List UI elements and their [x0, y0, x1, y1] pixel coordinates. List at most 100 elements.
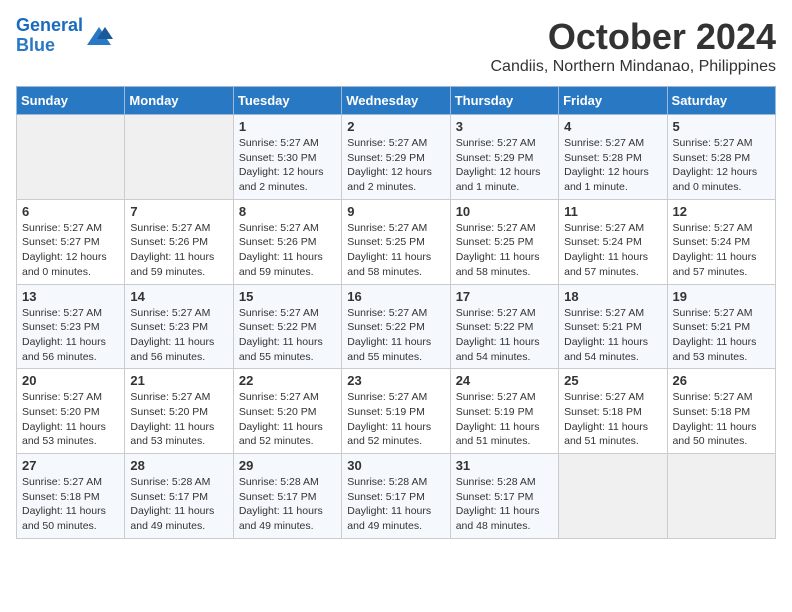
title-block: October 2024 Candiis, Northern Mindanao,…	[491, 16, 777, 76]
day-info: Sunrise: 5:27 AM Sunset: 5:18 PM Dayligh…	[22, 475, 119, 534]
day-info: Sunrise: 5:27 AM Sunset: 5:29 PM Dayligh…	[456, 136, 553, 195]
day-number: 22	[239, 373, 336, 388]
calendar-cell: 14 Sunrise: 5:27 AM Sunset: 5:23 PM Dayli…	[125, 284, 233, 369]
calendar-cell: 13 Sunrise: 5:27 AM Sunset: 5:23 PM Dayli…	[17, 284, 125, 369]
weekday-header: Monday	[125, 87, 233, 115]
calendar-cell: 16Sunrise: 5:27 AM Sunset: 5:22 PM Dayli…	[342, 284, 450, 369]
day-number: 14	[130, 289, 227, 304]
calendar-cell	[17, 115, 125, 200]
day-number: 4	[564, 119, 661, 134]
day-number: 10	[456, 204, 553, 219]
day-number: 13	[22, 289, 119, 304]
calendar-cell: 28 Sunrise: 5:28 AM Sunset: 5:17 PM Dayli…	[125, 454, 233, 539]
weekday-header: Friday	[559, 87, 667, 115]
day-number: 29	[239, 458, 336, 473]
day-number: 19	[673, 289, 770, 304]
day-number: 7	[130, 204, 227, 219]
day-info: Sunrise: 5:27 AM Sunset: 5:26 PM Dayligh…	[130, 221, 227, 280]
day-number: 25	[564, 373, 661, 388]
day-info: Sunrise: 5:27 AM Sunset: 5:22 PM Dayligh…	[456, 306, 553, 365]
weekday-header: Wednesday	[342, 87, 450, 115]
calendar-week-row: 20 Sunrise: 5:27 AM Sunset: 5:20 PM Dayli…	[17, 369, 776, 454]
day-number: 1	[239, 119, 336, 134]
month-title: October 2024	[491, 16, 777, 58]
calendar-week-row: 13 Sunrise: 5:27 AM Sunset: 5:23 PM Dayli…	[17, 284, 776, 369]
day-info: Sunrise: 5:27 AM Sunset: 5:28 PM Dayligh…	[673, 136, 770, 195]
day-number: 23	[347, 373, 444, 388]
calendar-cell	[667, 454, 775, 539]
day-info: Sunrise: 5:27 AM Sunset: 5:19 PM Dayligh…	[347, 390, 444, 449]
day-info: Sunrise: 5:27 AM Sunset: 5:23 PM Dayligh…	[130, 306, 227, 365]
calendar-cell: 18Sunrise: 5:27 AM Sunset: 5:21 PM Dayli…	[559, 284, 667, 369]
day-info: Sunrise: 5:27 AM Sunset: 5:22 PM Dayligh…	[347, 306, 444, 365]
day-info: Sunrise: 5:27 AM Sunset: 5:21 PM Dayligh…	[673, 306, 770, 365]
logo-icon	[85, 25, 113, 47]
day-info: Sunrise: 5:27 AM Sunset: 5:20 PM Dayligh…	[130, 390, 227, 449]
calendar-cell: 6 Sunrise: 5:27 AM Sunset: 5:27 PM Daylig…	[17, 199, 125, 284]
day-number: 12	[673, 204, 770, 219]
calendar-cell: 27 Sunrise: 5:27 AM Sunset: 5:18 PM Dayli…	[17, 454, 125, 539]
calendar-cell: 7 Sunrise: 5:27 AM Sunset: 5:26 PM Daylig…	[125, 199, 233, 284]
day-info: Sunrise: 5:27 AM Sunset: 5:30 PM Dayligh…	[239, 136, 336, 195]
day-number: 15	[239, 289, 336, 304]
calendar-cell: 24 Sunrise: 5:27 AM Sunset: 5:19 PM Dayli…	[450, 369, 558, 454]
day-number: 2	[347, 119, 444, 134]
day-info: Sunrise: 5:27 AM Sunset: 5:25 PM Dayligh…	[347, 221, 444, 280]
day-number: 27	[22, 458, 119, 473]
calendar-cell: 5 Sunrise: 5:27 AM Sunset: 5:28 PM Daylig…	[667, 115, 775, 200]
calendar-cell: 30 Sunrise: 5:28 AM Sunset: 5:17 PM Dayli…	[342, 454, 450, 539]
calendar-cell: 8Sunrise: 5:27 AM Sunset: 5:26 PM Daylig…	[233, 199, 341, 284]
calendar-cell: 1 Sunrise: 5:27 AM Sunset: 5:30 PM Daylig…	[233, 115, 341, 200]
day-info: Sunrise: 5:28 AM Sunset: 5:17 PM Dayligh…	[456, 475, 553, 534]
day-number: 28	[130, 458, 227, 473]
day-info: Sunrise: 5:27 AM Sunset: 5:20 PM Dayligh…	[22, 390, 119, 449]
calendar-cell: 22 Sunrise: 5:27 AM Sunset: 5:20 PM Dayli…	[233, 369, 341, 454]
day-info: Sunrise: 5:27 AM Sunset: 5:18 PM Dayligh…	[564, 390, 661, 449]
day-number: 17	[456, 289, 553, 304]
calendar-cell: 11 Sunrise: 5:27 AM Sunset: 5:24 PM Dayli…	[559, 199, 667, 284]
day-info: Sunrise: 5:27 AM Sunset: 5:24 PM Dayligh…	[564, 221, 661, 280]
day-number: 11	[564, 204, 661, 219]
day-info: Sunrise: 5:27 AM Sunset: 5:23 PM Dayligh…	[22, 306, 119, 365]
calendar-cell: 21 Sunrise: 5:27 AM Sunset: 5:20 PM Dayli…	[125, 369, 233, 454]
calendar-table: SundayMondayTuesdayWednesdayThursdayFrid…	[16, 86, 776, 539]
calendar-cell: 9 Sunrise: 5:27 AM Sunset: 5:25 PM Daylig…	[342, 199, 450, 284]
calendar-cell: 3Sunrise: 5:27 AM Sunset: 5:29 PM Daylig…	[450, 115, 558, 200]
day-number: 20	[22, 373, 119, 388]
day-info: Sunrise: 5:27 AM Sunset: 5:26 PM Dayligh…	[239, 221, 336, 280]
day-info: Sunrise: 5:27 AM Sunset: 5:20 PM Dayligh…	[239, 390, 336, 449]
calendar-cell: 10 Sunrise: 5:27 AM Sunset: 5:25 PM Dayli…	[450, 199, 558, 284]
day-info: Sunrise: 5:27 AM Sunset: 5:18 PM Dayligh…	[673, 390, 770, 449]
calendar-week-row: 27 Sunrise: 5:27 AM Sunset: 5:18 PM Dayli…	[17, 454, 776, 539]
day-info: Sunrise: 5:27 AM Sunset: 5:19 PM Dayligh…	[456, 390, 553, 449]
day-info: Sunrise: 5:27 AM Sunset: 5:28 PM Dayligh…	[564, 136, 661, 195]
day-number: 21	[130, 373, 227, 388]
day-info: Sunrise: 5:28 AM Sunset: 5:17 PM Dayligh…	[130, 475, 227, 534]
day-number: 31	[456, 458, 553, 473]
calendar-cell: 25 Sunrise: 5:27 AM Sunset: 5:18 PM Dayli…	[559, 369, 667, 454]
weekday-header: Sunday	[17, 87, 125, 115]
day-info: Sunrise: 5:27 AM Sunset: 5:25 PM Dayligh…	[456, 221, 553, 280]
page-header: General Blue October 2024 Candiis, North…	[16, 16, 776, 76]
calendar-cell	[125, 115, 233, 200]
calendar-cell: 15Sunrise: 5:27 AM Sunset: 5:22 PM Dayli…	[233, 284, 341, 369]
calendar-cell: 2 Sunrise: 5:27 AM Sunset: 5:29 PM Daylig…	[342, 115, 450, 200]
day-number: 9	[347, 204, 444, 219]
day-number: 24	[456, 373, 553, 388]
logo-text: General Blue	[16, 16, 83, 56]
calendar-cell: 20 Sunrise: 5:27 AM Sunset: 5:20 PM Dayli…	[17, 369, 125, 454]
calendar-cell: 23 Sunrise: 5:27 AM Sunset: 5:19 PM Dayli…	[342, 369, 450, 454]
calendar-cell: 31 Sunrise: 5:28 AM Sunset: 5:17 PM Dayli…	[450, 454, 558, 539]
day-number: 30	[347, 458, 444, 473]
day-number: 6	[22, 204, 119, 219]
calendar-cell: 19 Sunrise: 5:27 AM Sunset: 5:21 PM Dayli…	[667, 284, 775, 369]
calendar-cell: 17 Sunrise: 5:27 AM Sunset: 5:22 PM Dayli…	[450, 284, 558, 369]
calendar-cell: 4 Sunrise: 5:27 AM Sunset: 5:28 PM Daylig…	[559, 115, 667, 200]
calendar-cell: 12Sunrise: 5:27 AM Sunset: 5:24 PM Dayli…	[667, 199, 775, 284]
day-number: 5	[673, 119, 770, 134]
day-info: Sunrise: 5:28 AM Sunset: 5:17 PM Dayligh…	[347, 475, 444, 534]
day-info: Sunrise: 5:27 AM Sunset: 5:27 PM Dayligh…	[22, 221, 119, 280]
calendar-cell	[559, 454, 667, 539]
day-info: Sunrise: 5:27 AM Sunset: 5:29 PM Dayligh…	[347, 136, 444, 195]
location-title: Candiis, Northern Mindanao, Philippines	[491, 58, 777, 76]
